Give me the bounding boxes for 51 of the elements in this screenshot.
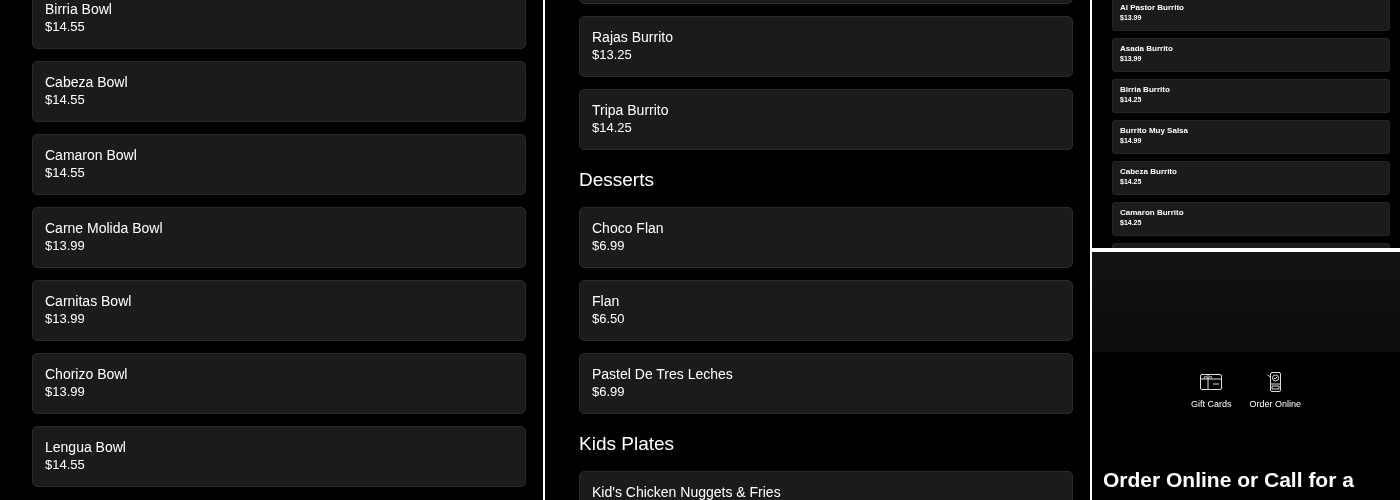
item-price: $13.25 (592, 46, 633, 64)
item-name: Birria Burrito (1120, 84, 1171, 95)
section-heading: Desserts (579, 167, 654, 192)
menu-item-card[interactable]: Pastel De Tres Leches $6.99 (579, 353, 1073, 414)
item-name: Carne Molida Bowl (45, 219, 164, 237)
item-price: $6.99 (592, 237, 626, 255)
gift-card-icon (1200, 374, 1223, 390)
menu-item-card[interactable]: Carne Molida Bowl $13.99 (32, 207, 526, 268)
item-price: $14.25 (592, 119, 633, 137)
item-price: $13.99 (45, 383, 86, 401)
promo-heading: Order Online or Call for a (1103, 467, 1354, 491)
item-price: $14.55 (45, 456, 86, 474)
menu-item-card[interactable]: Kid's Chicken Nuggets & Fries (579, 471, 1073, 500)
footer-link[interactable]: Order Online (1249, 372, 1301, 412)
item-price: $6.50 (592, 310, 626, 328)
menu-item-card[interactable]: Tripa Burrito $14.25 (579, 89, 1073, 150)
item-name: Pastel De Tres Leches (592, 365, 734, 383)
menu-item-card[interactable]: Camaron Bowl $14.55 (32, 134, 526, 195)
item-name: Cabeza Burrito (1120, 166, 1178, 177)
item-price: $13.99 (45, 237, 86, 255)
item-name: Chorizo Bowl (45, 365, 129, 383)
menu-item-card[interactable]: Lengua Bowl $14.55 (32, 426, 526, 487)
item-name: Birria Bowl (45, 0, 113, 18)
menu-item-card[interactable]: Flan $6.50 (579, 280, 1073, 341)
menu-item-card[interactable]: Carnitas Bowl $13.99 (32, 280, 526, 341)
item-price: $14.55 (45, 91, 86, 109)
item-name: Choco Flan (592, 219, 665, 237)
menu-item-card[interactable]: Chorizo Bowl $13.99 (32, 353, 526, 414)
item-name: Carnitas Bowl (45, 292, 133, 310)
menu-item-card[interactable]: Birria Bowl $14.55 (32, 0, 526, 49)
phone-order-icon (1267, 372, 1284, 392)
menu-item-card[interactable]: Choco Flan $6.99 (579, 207, 1073, 268)
menu-item-card[interactable]: Cabeza Bowl $14.55 (32, 61, 526, 122)
item-name: Camaron Bowl (45, 146, 138, 164)
item-name: Lengua Bowl (45, 438, 127, 456)
item-name: Camaron Burrito (1120, 207, 1185, 218)
item-name: Tripa Burrito (592, 101, 670, 119)
item-price: $6.99 (592, 383, 626, 401)
menu-item-card[interactable]: Rajas Burrito $13.25 (579, 16, 1073, 77)
item-name: Burrito Muy Salsa (1120, 125, 1189, 136)
item-price: $14.55 (45, 18, 86, 36)
item-name: Flan (592, 292, 621, 310)
footer-link[interactable]: Gift Cards (1190, 372, 1232, 412)
item-name: Asada Burrito (1120, 43, 1174, 54)
item-name: Rajas Burrito (592, 28, 674, 46)
item-price: $14.55 (45, 164, 86, 182)
section-heading: Kids Plates (579, 431, 675, 456)
item-name: Al Pastor Burrito (1120, 2, 1185, 13)
item-price: $13.99 (45, 310, 86, 328)
item-name: Cabeza Bowl (45, 73, 129, 91)
item-name: Kid's Chicken Nuggets & Fries (592, 483, 782, 500)
